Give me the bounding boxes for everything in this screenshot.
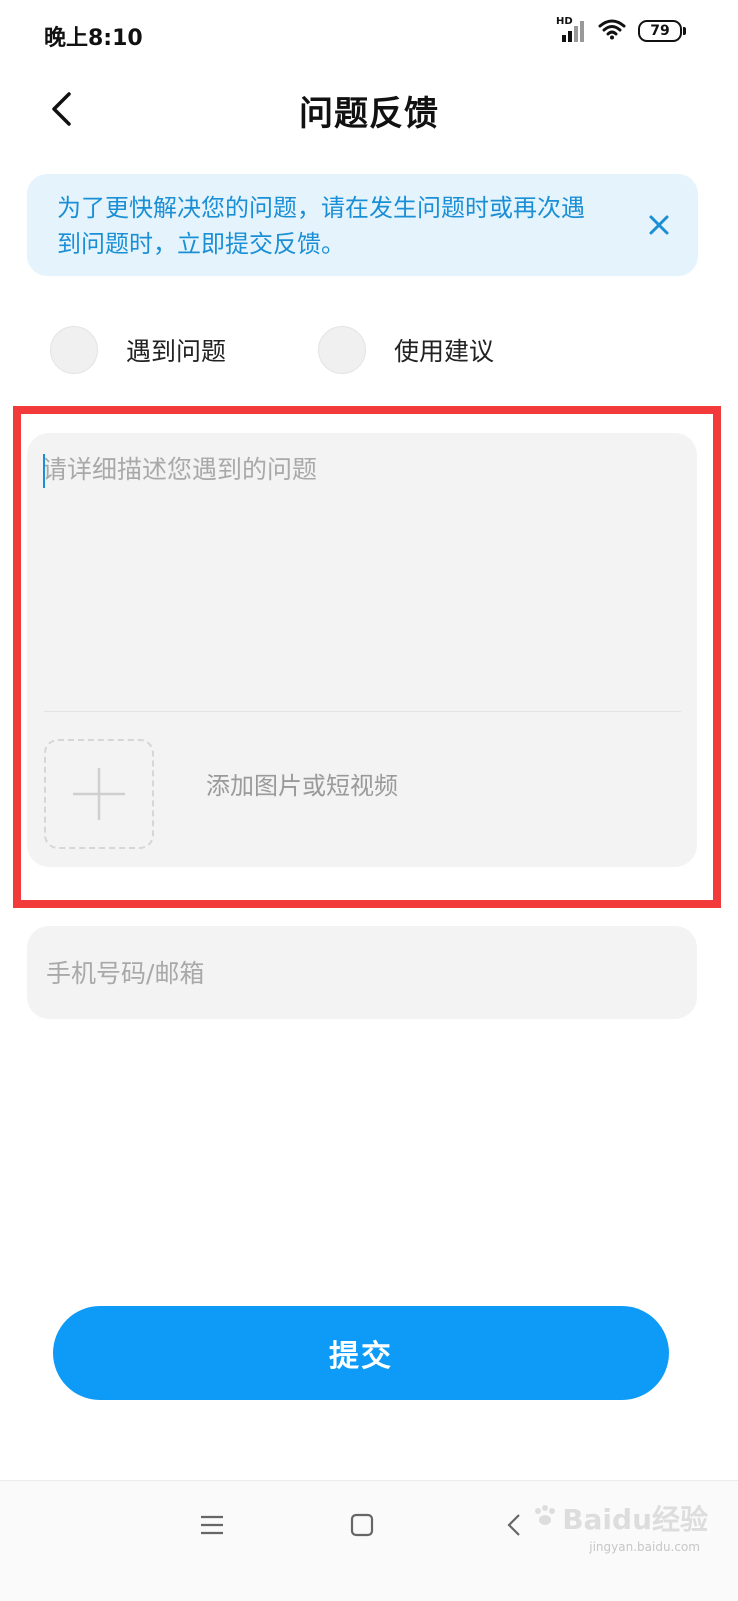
- radio-label: 遇到问题: [126, 337, 227, 366]
- paw-icon: [532, 1503, 558, 1533]
- radio-circle[interactable]: [50, 326, 98, 374]
- nav-home-button[interactable]: [340, 1503, 384, 1547]
- close-icon: [649, 215, 669, 235]
- menu-icon: [201, 1515, 223, 1535]
- nav-back-button[interactable]: [492, 1503, 536, 1547]
- notice-close-button[interactable]: [642, 208, 676, 242]
- watermark-subtext: jingyan.baidu.com: [589, 1540, 700, 1554]
- radio-circle[interactable]: [318, 326, 366, 374]
- battery-level: 79: [650, 23, 670, 39]
- watermark-text: Baidu经验: [562, 1503, 708, 1536]
- submit-button[interactable]: 提交: [53, 1306, 669, 1400]
- battery-icon: 79: [638, 20, 686, 42]
- radio-option-problem[interactable]: 遇到问题: [50, 326, 226, 374]
- notice-banner: 为了更快解决您的问题，请在发生问题时或再次遇到问题时，立即提交反馈。: [27, 174, 698, 276]
- status-time: 晚上8:10: [44, 26, 143, 51]
- status-icons: HD 79: [556, 16, 686, 44]
- nav-menu-button[interactable]: [190, 1503, 234, 1547]
- radio-option-suggestion[interactable]: 使用建议: [318, 326, 494, 374]
- home-square-icon: [350, 1513, 374, 1537]
- wifi-icon: [598, 18, 626, 44]
- contact-input[interactable]: [46, 950, 666, 996]
- signal-icon: HD: [556, 16, 586, 42]
- back-triangle-icon: [507, 1514, 520, 1536]
- notice-text: 为了更快解决您的问题，请在发生问题时或再次遇到问题时，立即提交反馈。: [57, 194, 585, 258]
- page-title: 问题反馈: [299, 94, 439, 134]
- highlight-frame: [13, 406, 721, 908]
- radio-label: 使用建议: [394, 337, 495, 366]
- watermark: Baidu经验: [532, 1498, 708, 1538]
